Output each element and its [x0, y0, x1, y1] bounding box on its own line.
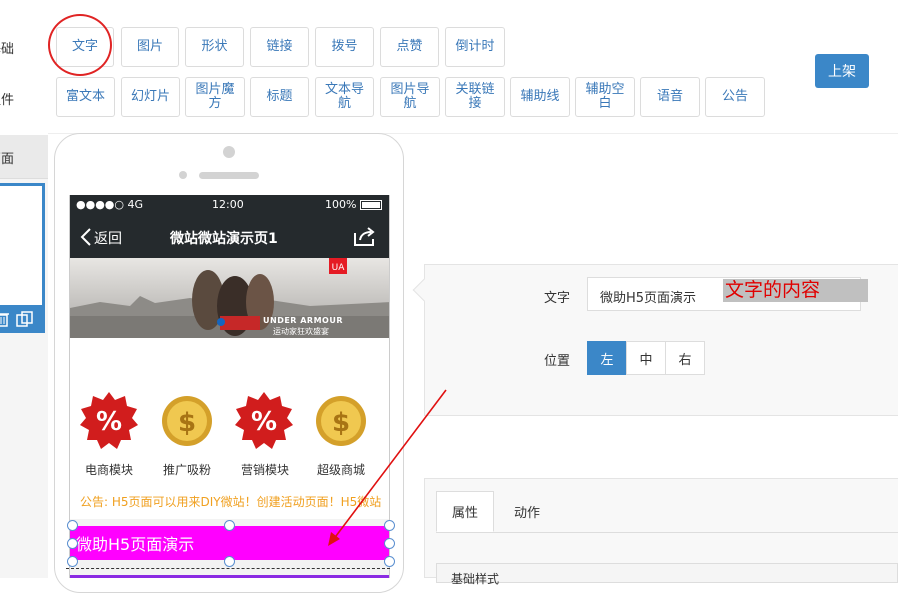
banner-brand: UNDER ARMOUR — [263, 316, 344, 325]
dollar-coin-icon[interactable]: $ — [315, 395, 367, 447]
svg-text:%: % — [96, 407, 122, 437]
tool-slideshow-button[interactable]: 幻灯片 — [121, 77, 180, 117]
svg-text:$: $ — [178, 408, 196, 438]
page-thumbnail-actions — [0, 305, 45, 333]
resize-handle-tr[interactable] — [384, 520, 395, 531]
text-field-label: 文字 — [544, 291, 571, 306]
share-icon[interactable] — [353, 226, 377, 246]
copy-icon[interactable] — [16, 311, 34, 327]
tool-link-button[interactable]: 链接 — [250, 27, 309, 67]
resize-handle-tc[interactable] — [224, 520, 235, 531]
page-title: 微站微站演示页1 — [170, 231, 278, 247]
battery-level: 100% — [325, 198, 357, 211]
tab-actions[interactable]: 动作 — [500, 491, 554, 532]
percent-badge-icon[interactable]: % — [235, 392, 293, 450]
trash-icon[interactable] — [0, 311, 10, 327]
align-field-label: 位置 — [544, 354, 571, 369]
tool-image-nav-button[interactable]: 图片导航 — [380, 77, 440, 117]
svg-text:$: $ — [332, 408, 350, 438]
selected-text-block[interactable]: 微助H5页面演示 — [70, 526, 389, 560]
align-center-button[interactable]: 中 — [626, 341, 666, 375]
svg-text:UA: UA — [332, 263, 346, 273]
dollar-coin-icon[interactable]: $ — [161, 395, 213, 447]
svg-text:%: % — [251, 407, 277, 437]
tool-like-button[interactable]: 点赞 — [380, 27, 439, 67]
resize-handle-ml[interactable] — [67, 538, 78, 549]
tool-guide-line-button[interactable]: 辅助线 — [510, 77, 570, 117]
component-row-label: 组件 — [0, 93, 15, 108]
tool-richtext-button[interactable]: 富文本 — [56, 77, 115, 117]
tool-dial-button[interactable]: 拨号 — [315, 27, 374, 67]
icon-label: 电商模块 — [84, 463, 133, 477]
tool-voice-button[interactable]: 语音 — [640, 77, 700, 117]
resize-handle-br[interactable] — [384, 556, 395, 567]
subpanel-header: 基础样式 — [436, 563, 898, 586]
page-list-label: 页面 — [0, 152, 15, 167]
status-bar: ●●●●○ 4G 12:00 100% — [70, 195, 389, 215]
tool-countdown-button[interactable]: 倒计时 — [445, 27, 505, 67]
banner-image[interactable]: UA UNDER ARMOUR 运动家狂欢盛宴 — [70, 258, 389, 338]
phone-camera — [223, 146, 235, 158]
tool-spacer-button[interactable]: 辅助空白 — [575, 77, 635, 117]
icon-label: 营销模块 — [240, 463, 289, 477]
resize-handle-tl[interactable] — [67, 520, 78, 531]
phone-sensor — [179, 171, 187, 179]
tool-heading-button[interactable]: 标题 — [250, 77, 309, 117]
publish-button[interactable]: 上架 — [815, 54, 869, 88]
back-chevron-icon[interactable] — [80, 228, 92, 246]
tool-shape-button[interactable]: 形状 — [185, 27, 244, 67]
carrier-signal: ●●●●○ 4G — [76, 198, 144, 211]
resize-handle-bl[interactable] — [67, 556, 78, 567]
tab-divider — [436, 532, 898, 533]
basic-row-label: 基础 — [0, 42, 15, 57]
tool-notice-button[interactable]: 公告 — [705, 77, 765, 117]
subpanel-title: 基础样式 — [451, 572, 500, 586]
tool-image-cube-button[interactable]: 图片魔方 — [185, 77, 245, 117]
align-right-button[interactable]: 右 — [665, 341, 705, 375]
percent-badge-icon[interactable]: % — [80, 392, 138, 450]
tab-properties[interactable]: 属性 — [436, 491, 494, 532]
notice-marquee: 公告: H5页面可以用来DIY微站！创建活动页面！H5微站 — [70, 483, 389, 519]
icon-grid: % 电商模块 $ 推广吸粉 % 营销模块 $ 超级商城 — [70, 338, 389, 483]
icon-label: 推广吸粉 — [162, 463, 211, 477]
red-highlight-circle — [48, 14, 112, 76]
nav-bar: 返回 微站微站演示页1 — [70, 215, 389, 258]
tool-related-link-button[interactable]: 关联链接 — [445, 77, 505, 117]
phone-speaker — [199, 172, 259, 179]
banner-artwork: UA — [70, 258, 389, 338]
battery-icon — [360, 200, 382, 210]
drop-guide-line — [66, 568, 390, 569]
icon-label: 超级商城 — [316, 463, 365, 477]
tool-image-button[interactable]: 图片 — [121, 27, 179, 67]
banner-caption: 运动家狂欢盛宴 — [273, 327, 329, 336]
tool-text-nav-button[interactable]: 文本导航 — [315, 77, 374, 117]
resize-handle-mr[interactable] — [384, 538, 395, 549]
back-link[interactable]: 返回 — [94, 228, 122, 248]
resize-handle-bc[interactable] — [224, 556, 235, 567]
status-time: 12:00 — [212, 198, 244, 211]
annotation-label: 文字的内容 — [723, 279, 868, 302]
align-left-button[interactable]: 左 — [587, 341, 627, 375]
